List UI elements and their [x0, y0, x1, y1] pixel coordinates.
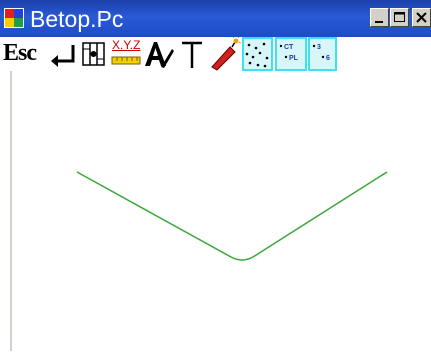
svg-text:3: 3: [317, 44, 321, 51]
points-button[interactable]: [242, 37, 273, 71]
panel-button[interactable]: [81, 37, 108, 71]
esc-button[interactable]: Esc: [0, 37, 46, 71]
v-polyline: [76, 171, 388, 261]
app-window: Betop.Pc Esc X.Y.Z CT PL 3 6: [0, 0, 431, 351]
canvas-left-border: [10, 71, 12, 351]
enter-button[interactable]: [48, 37, 78, 71]
enter-arrow-icon: [51, 45, 75, 67]
drawing-canvas[interactable]: [0, 71, 431, 351]
svg-text:PL: PL: [289, 55, 299, 62]
toolbar: Esc X.Y.Z CT PL 3 6: [0, 37, 431, 71]
explode-button[interactable]: [208, 37, 241, 71]
t-perpendicular-icon: [182, 41, 202, 68]
numbered-points-icon: 3 6: [312, 44, 330, 62]
window-title: Betop.Pc: [30, 6, 124, 32]
scattered-points-icon: [245, 42, 269, 68]
maximize-button[interactable]: [390, 8, 409, 27]
polyline-drawing: [76, 171, 388, 261]
numbered-points-button[interactable]: 3 6: [308, 37, 337, 71]
title-bar[interactable]: Betop.Pc: [0, 0, 431, 37]
coordinates-button[interactable]: X.Y.Z: [110, 37, 142, 71]
esc-text-icon: Esc: [3, 40, 37, 66]
maximize-icon: [394, 12, 405, 22]
svg-text:6: 6: [326, 55, 330, 62]
ct-pl-points-icon: CT PL: [279, 44, 299, 62]
app-icon[interactable]: [4, 8, 24, 28]
ruler-icon: [111, 56, 141, 65]
close-icon: [416, 12, 427, 23]
ct-pl-button[interactable]: CT PL: [275, 37, 307, 71]
minimize-icon: [375, 21, 383, 23]
minimize-button[interactable]: [370, 8, 389, 27]
text-pen-icon: [145, 42, 174, 68]
close-button[interactable]: [412, 8, 431, 27]
text-button[interactable]: [143, 37, 175, 71]
panel-icon: [82, 42, 105, 66]
perpendicular-button[interactable]: [177, 37, 207, 71]
svg-text:CT: CT: [284, 44, 294, 51]
dynamite-icon: [211, 37, 241, 71]
